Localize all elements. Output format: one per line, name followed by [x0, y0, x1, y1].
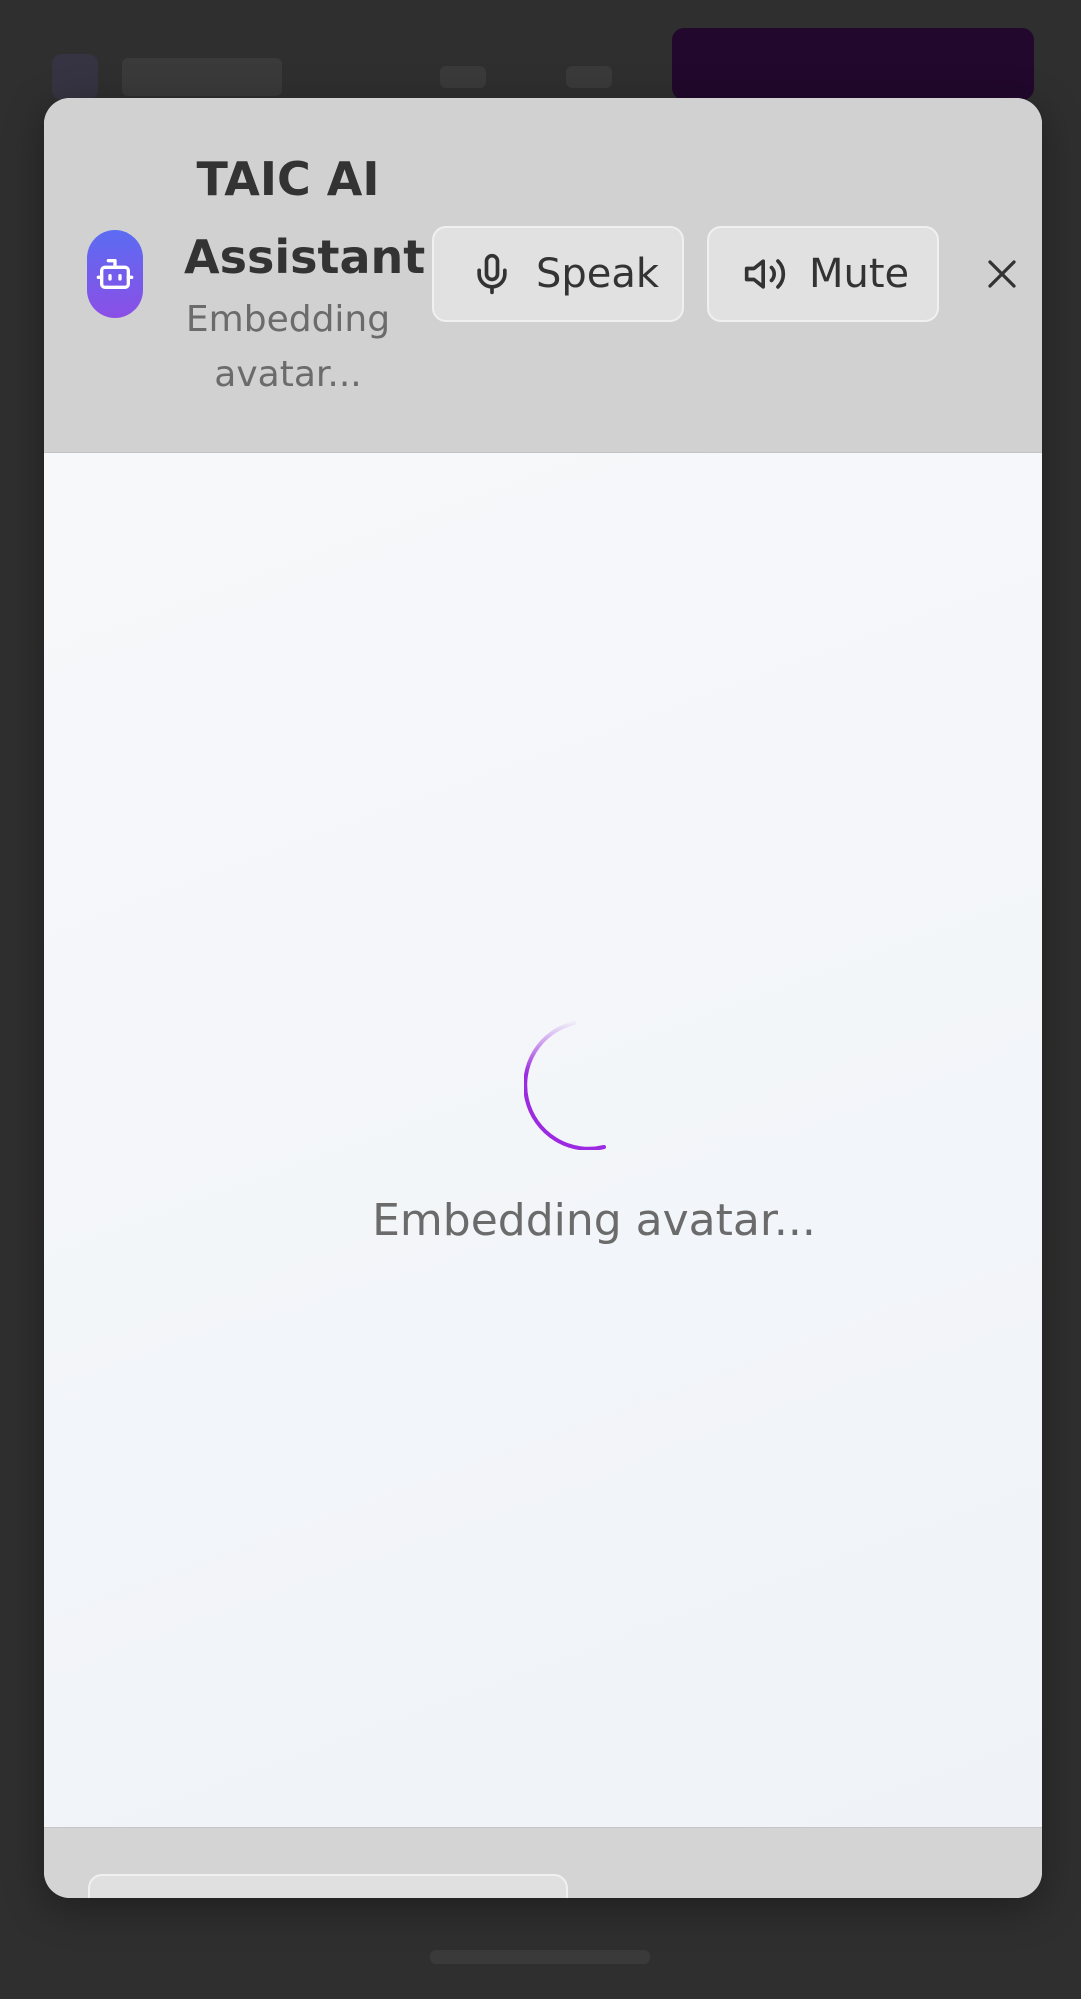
header-title-block: TAIC AI Assistant Embedding avatar...: [184, 140, 426, 402]
mute-button-label: Mute: [809, 251, 910, 297]
message-input[interactable]: [88, 1874, 568, 1898]
close-icon[interactable]: [984, 256, 1020, 292]
assistant-modal: TAIC AI Assistant Embedding avatar... Sp…: [44, 98, 1042, 1898]
background-cta-button: [672, 28, 1034, 100]
mute-button[interactable]: Mute: [707, 226, 939, 322]
assistant-title: TAIC AI Assistant: [184, 152, 426, 284]
assistant-avatar: [87, 230, 143, 318]
assistant-status: Embedding avatar...: [185, 299, 391, 395]
background-nav-item: [566, 66, 612, 88]
modal-footer: [44, 1827, 1042, 1898]
background-nav-item: [440, 66, 486, 88]
bot-icon: [95, 254, 135, 294]
speak-button[interactable]: Speak: [432, 226, 684, 322]
speak-button-label: Speak: [536, 251, 660, 297]
avatar-stage: Embedding avatar...: [44, 453, 1042, 1827]
microphone-icon: [470, 252, 514, 296]
modal-header: TAIC AI Assistant Embedding avatar... Sp…: [44, 98, 1042, 453]
loading-spinner: [523, 1020, 654, 1151]
background-footer-text: [430, 1950, 650, 1964]
volume-icon: [743, 252, 787, 296]
loading-text: Embedding avatar...: [372, 1195, 816, 1246]
